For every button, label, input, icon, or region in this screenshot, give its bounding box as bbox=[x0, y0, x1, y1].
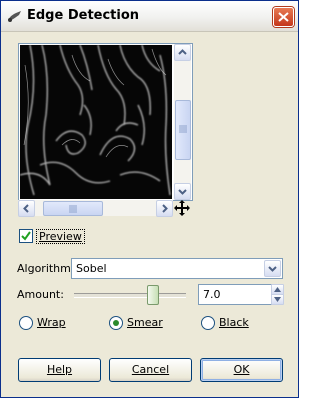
amount-slider-thumb[interactable] bbox=[147, 285, 160, 305]
chevron-right-icon bbox=[162, 204, 168, 213]
preview-horizontal-scrollbar[interactable] bbox=[18, 200, 173, 217]
chevron-left-icon bbox=[23, 204, 29, 213]
preview-checkbox[interactable] bbox=[19, 229, 33, 243]
vertical-scroll-thumb[interactable] bbox=[175, 100, 191, 160]
radio-smear[interactable] bbox=[109, 316, 123, 330]
spin-down-button[interactable] bbox=[271, 294, 284, 305]
radio-wrap-label[interactable]: Wrap bbox=[37, 316, 66, 329]
cancel-button[interactable]: Cancel bbox=[109, 358, 192, 382]
preview-vertical-scrollbar[interactable] bbox=[174, 44, 191, 200]
help-button[interactable]: Help bbox=[18, 358, 101, 382]
window-title: Edge Detection bbox=[27, 8, 140, 23]
amount-spin-buttons bbox=[271, 284, 284, 305]
radio-black-label[interactable]: Black bbox=[219, 316, 249, 329]
gimp-brush-icon bbox=[8, 11, 21, 22]
radio-smear-label[interactable]: Smear bbox=[127, 316, 163, 329]
preview-area[interactable] bbox=[18, 43, 193, 201]
preview-image bbox=[20, 45, 172, 199]
move-icon[interactable] bbox=[173, 199, 191, 217]
scroll-left-button[interactable] bbox=[18, 200, 35, 217]
ok-button[interactable]: OK bbox=[200, 358, 283, 382]
caret-down-icon bbox=[274, 297, 281, 302]
horizontal-scroll-thumb[interactable] bbox=[43, 201, 103, 216]
amount-label: Amount: bbox=[17, 288, 64, 301]
amount-value: 7.0 bbox=[203, 288, 221, 301]
algorithm-dropdown-button[interactable] bbox=[264, 260, 281, 277]
chevron-down-icon bbox=[268, 266, 277, 272]
close-button[interactable] bbox=[273, 7, 294, 27]
checkmark-icon bbox=[21, 231, 31, 241]
scroll-down-button[interactable] bbox=[174, 183, 191, 200]
amount-spin-input[interactable]: 7.0 bbox=[198, 284, 272, 305]
algorithm-select-value: Sobel bbox=[76, 262, 107, 275]
chevron-down-icon bbox=[178, 189, 187, 195]
radio-wrap[interactable] bbox=[19, 316, 33, 330]
scroll-right-button[interactable] bbox=[156, 200, 173, 217]
amount-slider-track[interactable] bbox=[74, 293, 186, 298]
title-bar[interactable]: Edge Detection bbox=[1, 1, 298, 32]
preview-checkbox-label[interactable]: Preview bbox=[36, 229, 85, 244]
close-icon bbox=[278, 12, 289, 22]
algorithm-select[interactable]: Sobel bbox=[71, 258, 283, 279]
chevron-up-icon bbox=[178, 49, 187, 55]
edge-detection-dialog: Edge Detection Preview Algorithm: Sobel … bbox=[0, 0, 299, 398]
radio-black[interactable] bbox=[201, 316, 215, 330]
caret-up-icon bbox=[274, 287, 281, 292]
scroll-up-button[interactable] bbox=[174, 44, 191, 61]
algorithm-label: Algorithm: bbox=[17, 262, 75, 275]
radio-selected-dot bbox=[113, 320, 119, 326]
